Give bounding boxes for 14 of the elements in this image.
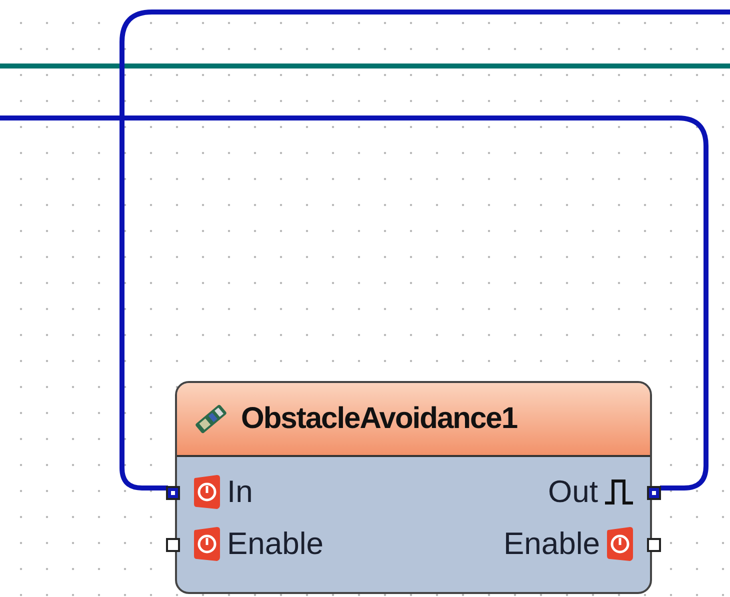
pin-label: Enable bbox=[227, 526, 324, 562]
component-block[interactable]: ObstacleAvoidance1 In Out Enable Enable bbox=[175, 381, 652, 594]
power-icon bbox=[193, 474, 221, 510]
power-icon bbox=[193, 526, 221, 562]
pulse-icon bbox=[604, 477, 634, 507]
pin-label: In bbox=[227, 474, 253, 510]
power-icon bbox=[606, 526, 634, 562]
pin-connector[interactable] bbox=[166, 538, 180, 552]
component-title: ObstacleAvoidance1 bbox=[241, 402, 518, 436]
pin-connector[interactable] bbox=[647, 538, 661, 552]
pin-label: Out bbox=[548, 474, 598, 510]
pin-connector[interactable] bbox=[647, 486, 661, 500]
pin-connector[interactable] bbox=[166, 486, 180, 500]
pin-label: Enable bbox=[503, 526, 600, 562]
